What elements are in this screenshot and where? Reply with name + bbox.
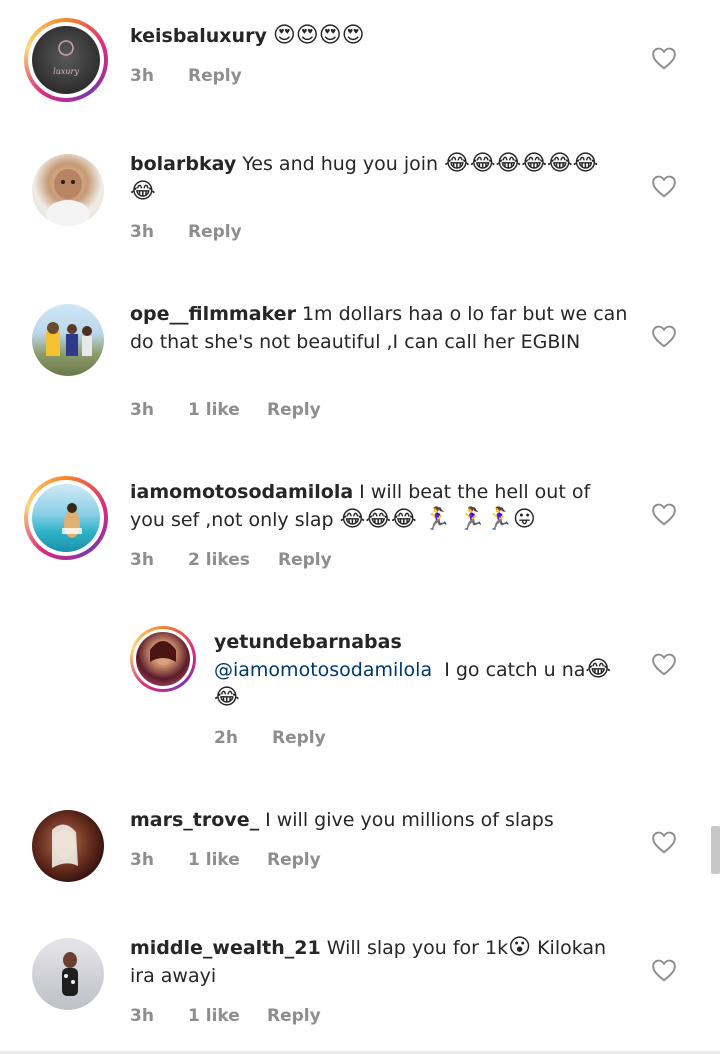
reply-button[interactable]: Reply	[267, 850, 321, 870]
comment-text: middle_wealth_21 Will slap you for 1k😮 Ki…	[130, 934, 630, 990]
comment-meta: 3h Reply	[130, 222, 242, 242]
svg-text:luxury: luxury	[53, 67, 79, 76]
avatar[interactable]	[130, 626, 196, 692]
like-count[interactable]: 1 like	[188, 1006, 267, 1026]
comment-meta: 3h 1 like Reply	[130, 1006, 321, 1026]
heart-outline-icon[interactable]	[651, 324, 677, 348]
comment-body: I go catch u na	[444, 659, 586, 681]
avatar[interactable]	[24, 476, 108, 560]
comment-meta: 3h Reply	[130, 66, 242, 86]
comment-username[interactable]: iamomotosodamilola	[130, 481, 353, 503]
comment-text: mars_trove_ I will give you millions of s…	[130, 806, 630, 834]
mention-link[interactable]: @iamomotosodamilola	[214, 659, 432, 681]
comment-text: iamomotosodamilola I will beat the hell o…	[130, 478, 630, 534]
avatar[interactable]	[32, 304, 104, 376]
heart-outline-icon[interactable]	[651, 652, 677, 676]
heart-outline-icon[interactable]	[651, 174, 677, 198]
avatar[interactable]	[32, 810, 104, 882]
comment-text: yetundebarnabas @iamomotosodamilola I go…	[214, 628, 624, 712]
comment-meta: 3h 1 like Reply	[130, 850, 321, 870]
heart-outline-icon[interactable]	[651, 46, 677, 70]
comment-time: 3h	[130, 1006, 154, 1026]
comment-body: Yes and hug you join	[242, 153, 439, 175]
comment-username[interactable]: yetundebarnabas	[214, 631, 402, 653]
like-count[interactable]: 1 like	[188, 850, 267, 870]
comment-time: 3h	[130, 400, 154, 420]
comment-body: Will slap you for 1k	[326, 937, 509, 959]
comment-meta: 3h 1 like Reply	[130, 400, 321, 420]
comment-emoji: 😂😂😂 🏃‍♀️ 🏃‍♀️🏃‍♀️😛	[339, 507, 536, 532]
comment-username[interactable]: mars_trove_	[130, 809, 259, 831]
like-count[interactable]: 1 like	[188, 400, 267, 420]
comment-text: keisbaluxury 😍😍😍😍	[130, 22, 630, 50]
comment-time: 3h	[130, 222, 154, 242]
comment-body: I will give you millions of slaps	[265, 809, 554, 831]
comment-time: 3h	[130, 550, 154, 570]
avatar[interactable]	[32, 154, 104, 226]
comment-username[interactable]: keisbaluxury	[130, 25, 267, 47]
reply-button[interactable]: Reply	[188, 222, 242, 242]
comment-time: 3h	[130, 66, 154, 86]
comment-text: bolarbkay Yes and hug you join 😂😂😂😂😂😂 😂	[130, 150, 630, 206]
comment-username[interactable]: bolarbkay	[130, 153, 236, 175]
comment-time: 3h	[130, 850, 154, 870]
heart-outline-icon[interactable]	[651, 958, 677, 982]
avatar[interactable]	[32, 938, 104, 1010]
comment-emoji: 😮	[508, 935, 532, 960]
reply-button[interactable]: Reply	[267, 400, 321, 420]
comment-meta: 2h Reply	[214, 728, 326, 748]
like-count[interactable]: 2 likes	[188, 550, 278, 570]
comment-meta: 3h 2 likes Reply	[130, 550, 332, 570]
scrollbar-thumb[interactable]	[711, 826, 720, 874]
reply-button[interactable]: Reply	[188, 66, 242, 86]
comment-time: 2h	[214, 728, 238, 748]
reply-button[interactable]: Reply	[278, 550, 332, 570]
reply-button[interactable]: Reply	[267, 1006, 321, 1026]
comment-username[interactable]: ope__filmmaker	[130, 303, 296, 325]
comment-username[interactable]: middle_wealth_21	[130, 937, 321, 959]
heart-outline-icon[interactable]	[651, 830, 677, 854]
reply-button[interactable]: Reply	[272, 728, 326, 748]
heart-outline-icon[interactable]	[651, 502, 677, 526]
comment-emoji: 😍😍😍😍	[272, 23, 365, 48]
comment-text: ope__filmmaker 1m dollars haa o lo far bu…	[130, 300, 630, 356]
avatar[interactable]: luxury	[24, 18, 108, 102]
